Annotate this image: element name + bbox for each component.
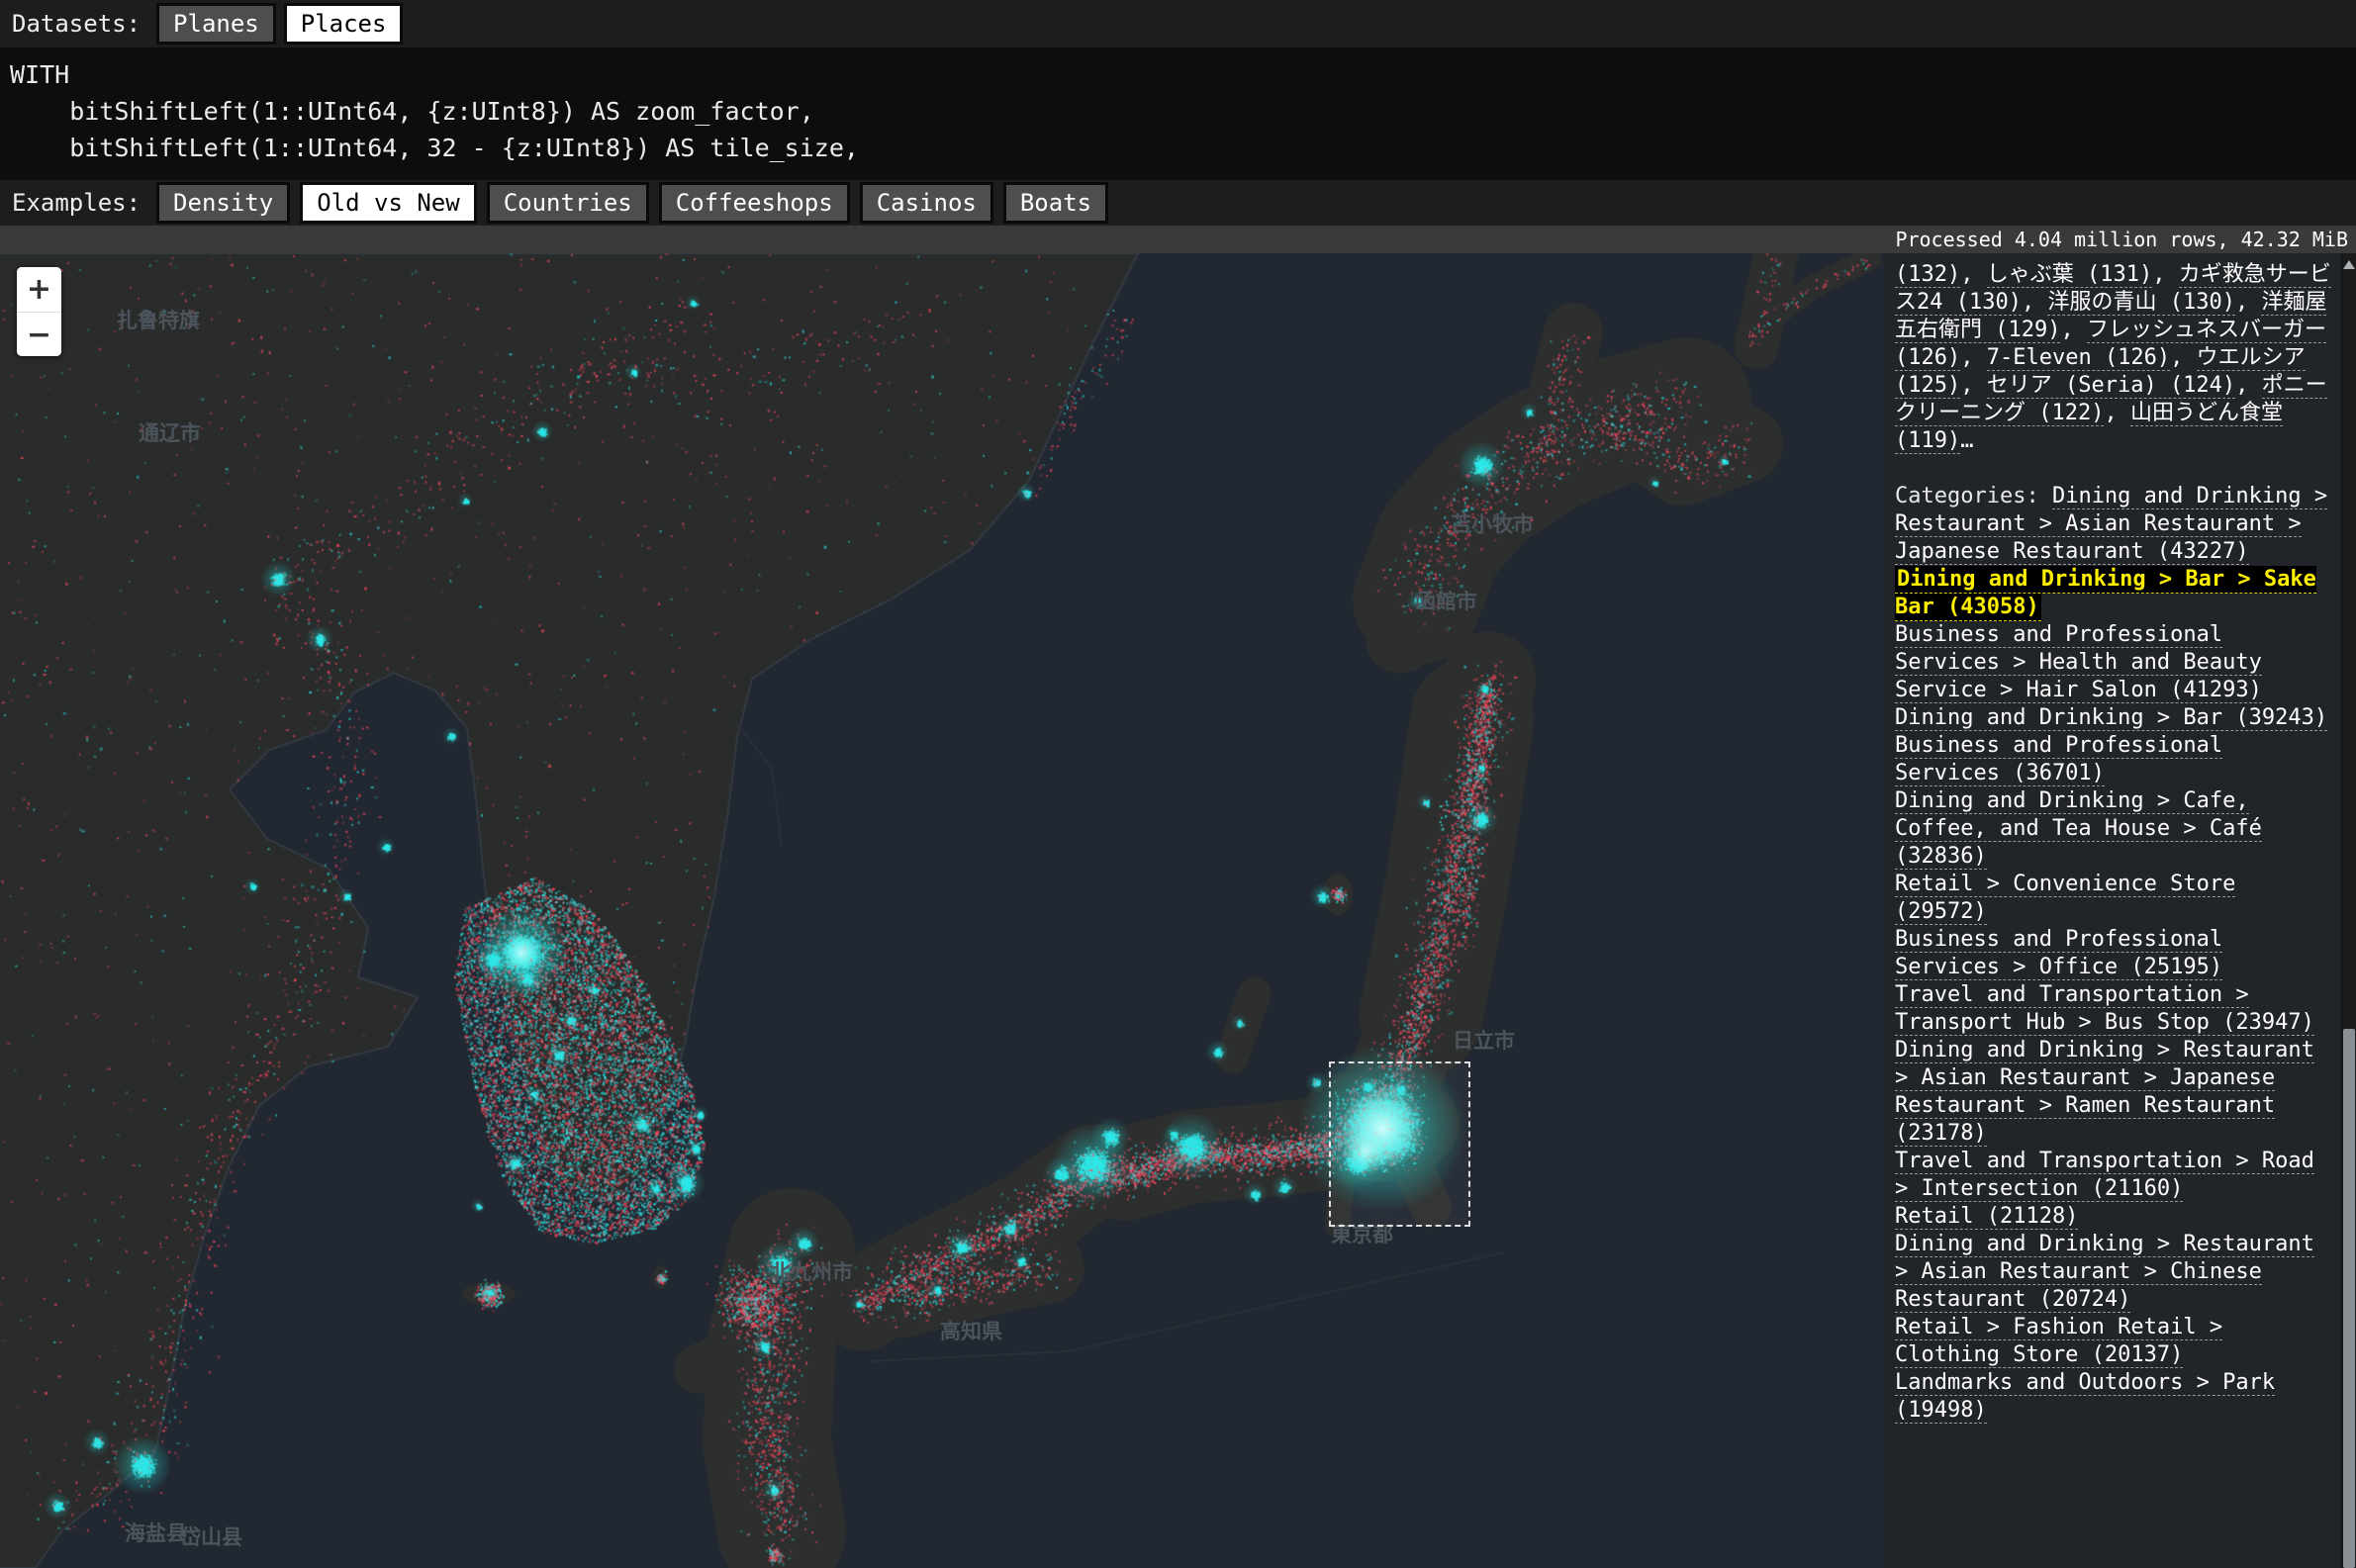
category-item: Dining and Drinking > Cafe, Coffee, and … — [1895, 787, 2331, 871]
example-button-countries[interactable]: Countries — [487, 182, 649, 224]
zoom-in-button[interactable]: + — [17, 267, 61, 312]
category-link[interactable]: Retail (21128) — [1895, 1204, 2078, 1230]
dataset-button-places[interactable]: Places — [284, 3, 404, 45]
datasets-label: Datasets: — [12, 10, 141, 38]
category-link[interactable]: Dining and Drinking > Restaurant > Asian… — [1895, 1038, 2314, 1147]
brand-name-link[interactable]: セリア (Seria) (124) — [1987, 373, 2235, 399]
dataset-button-planes[interactable]: Planes — [156, 3, 276, 45]
map-container: 扎鲁特旗通辽市苫小牧市函館市日立市東京都北九州市高知県海盐县岱山县 + − — [0, 253, 1885, 1568]
map-zoom-control: + − — [17, 267, 61, 356]
category-link[interactable]: Business and Professional Services (3670… — [1895, 733, 2222, 786]
categories-list: Categories: Dining and Drinking > Restau… — [1895, 483, 2331, 1425]
rows-processed-text: Processed 4.04 million rows, 42.32 MiB — [1895, 228, 2348, 251]
main-content: 扎鲁特旗通辽市苫小牧市函館市日立市東京都北九州市高知県海盐县岱山县 + − (1… — [0, 253, 2356, 1568]
category-link[interactable]: Dining and Drinking > Cafe, Coffee, and … — [1895, 788, 2262, 870]
brand-name-link[interactable]: 7-Eleven (126) — [1987, 345, 2170, 371]
results-sidebar: (132), しゃぶ葉 (131), カギ救急サービス24 (130), 洋服の… — [1885, 253, 2341, 1568]
sidebar-scrollbar[interactable] — [2341, 253, 2356, 1568]
example-button-casinos[interactable]: Casinos — [860, 182, 993, 224]
category-item: Business and Professional Services > Off… — [1895, 926, 2331, 981]
category-item: Dining and Drinking > Bar > Sake Bar (43… — [1895, 566, 2331, 621]
category-item: Retail > Convenience Store (29572) — [1895, 871, 2331, 926]
top-names-list: (132), しゃぶ葉 (131), カギ救急サービス24 (130), 洋服の… — [1895, 261, 2331, 455]
category-link[interactable]: Travel and Transportation > Transport Hu… — [1895, 982, 2314, 1036]
category-item: Travel and Transportation > Transport Hu… — [1895, 981, 2331, 1037]
scrollbar-up-button[interactable] — [2342, 255, 2356, 273]
brand-name-link[interactable]: しゃぶ葉 (131) — [1987, 262, 2152, 288]
examples-button-group: DensityOld vs NewCountriesCoffeeshopsCas… — [156, 182, 1108, 224]
arrow-up-icon — [2343, 260, 2355, 269]
categories-label: Categories: — [1895, 484, 2052, 508]
example-button-density[interactable]: Density — [156, 182, 290, 224]
brand-name-link[interactable]: (132) — [1895, 262, 1960, 288]
example-button-old-vs-new[interactable]: Old vs New — [300, 182, 477, 224]
category-item: Retail (21128) — [1895, 1203, 2331, 1231]
category-item: Business and Professional Services (3670… — [1895, 732, 2331, 787]
example-button-boats[interactable]: Boats — [1003, 182, 1108, 224]
zoom-out-button[interactable]: − — [17, 312, 61, 356]
sql-editor[interactable]: WITH bitShiftLeft(1::UInt64, {z:UInt8}) … — [0, 47, 2356, 180]
status-bar: Processed 4.04 million rows, 42.32 MiB — [0, 226, 2356, 253]
category-link[interactable]: Dining and Drinking > Bar (39243) — [1895, 705, 2327, 731]
category-item: Landmarks and Outdoors > Park (19498) — [1895, 1369, 2331, 1425]
category-link[interactable]: Travel and Transportation > Road > Inter… — [1895, 1149, 2314, 1202]
category-item: Dining and Drinking > Bar (39243) — [1895, 704, 2331, 732]
datasets-button-group: PlanesPlaces — [156, 3, 403, 45]
category-item: Dining and Drinking > Restaurant > Asian… — [1895, 1037, 2331, 1148]
category-link[interactable]: Business and Professional Services > Off… — [1895, 927, 2222, 980]
examples-label: Examples: — [12, 189, 141, 217]
category-link-highlighted[interactable]: Dining and Drinking > Bar > Sake Bar (43… — [1895, 566, 2316, 621]
category-item: Business and Professional Services > Hea… — [1895, 621, 2331, 704]
example-button-coffeeshops[interactable]: Coffeeshops — [659, 182, 850, 224]
category-link[interactable]: Business and Professional Services > Hea… — [1895, 622, 2262, 703]
datasets-bar: Datasets: PlanesPlaces — [0, 0, 2356, 47]
category-item: Retail > Fashion Retail > Clothing Store… — [1895, 1314, 2331, 1369]
category-link[interactable]: Retail > Convenience Store (29572) — [1895, 872, 2235, 925]
category-item: Dining and Drinking > Restaurant > Asian… — [1895, 1231, 2331, 1314]
category-link[interactable]: Landmarks and Outdoors > Park (19498) — [1895, 1370, 2275, 1424]
map-canvas[interactable] — [0, 253, 1885, 1568]
category-item: Travel and Transportation > Road > Inter… — [1895, 1148, 2331, 1203]
scrollbar-thumb[interactable] — [2343, 1029, 2355, 1568]
category-link[interactable]: Dining and Drinking > Restaurant > Asian… — [1895, 1232, 2314, 1313]
map-selection-rectangle — [1329, 1061, 1470, 1227]
brand-name-link[interactable]: 洋服の青山 (130) — [2047, 290, 2234, 316]
examples-bar: Examples: DensityOld vs NewCountriesCoff… — [0, 180, 2356, 226]
category-link[interactable]: Retail > Fashion Retail > Clothing Store… — [1895, 1315, 2222, 1368]
